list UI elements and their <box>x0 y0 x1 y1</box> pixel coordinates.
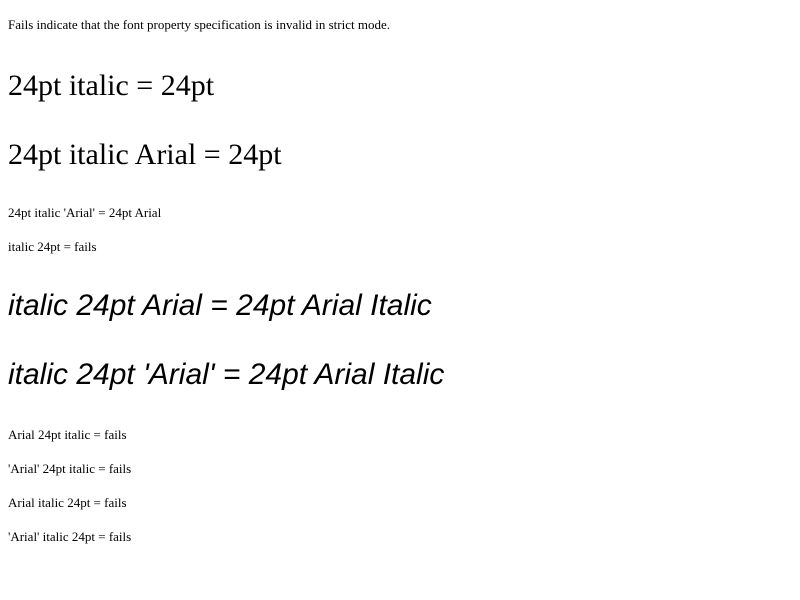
test-line: 24pt italic 'Arial' = 24pt Arial <box>8 205 162 220</box>
test-line: Arial italic 24pt = fails <box>8 495 127 510</box>
test-line: 'Arial' 24pt italic = fails <box>8 461 132 476</box>
test-line: italic 24pt 'Arial' = 24pt Arial Italic <box>8 358 445 391</box>
test-line: 'Arial' italic 24pt = fails <box>8 529 132 544</box>
test-line: italic 24pt Arial = 24pt Arial Italic <box>8 289 432 322</box>
test-line: 24pt italic Arial = 24pt <box>8 138 282 171</box>
intro-text: Fails indicate that the font property sp… <box>8 17 390 32</box>
test-line: 24pt italic = 24pt <box>8 69 215 102</box>
test-line: Arial 24pt italic = fails <box>8 427 127 442</box>
test-line: italic 24pt = fails <box>8 239 97 254</box>
